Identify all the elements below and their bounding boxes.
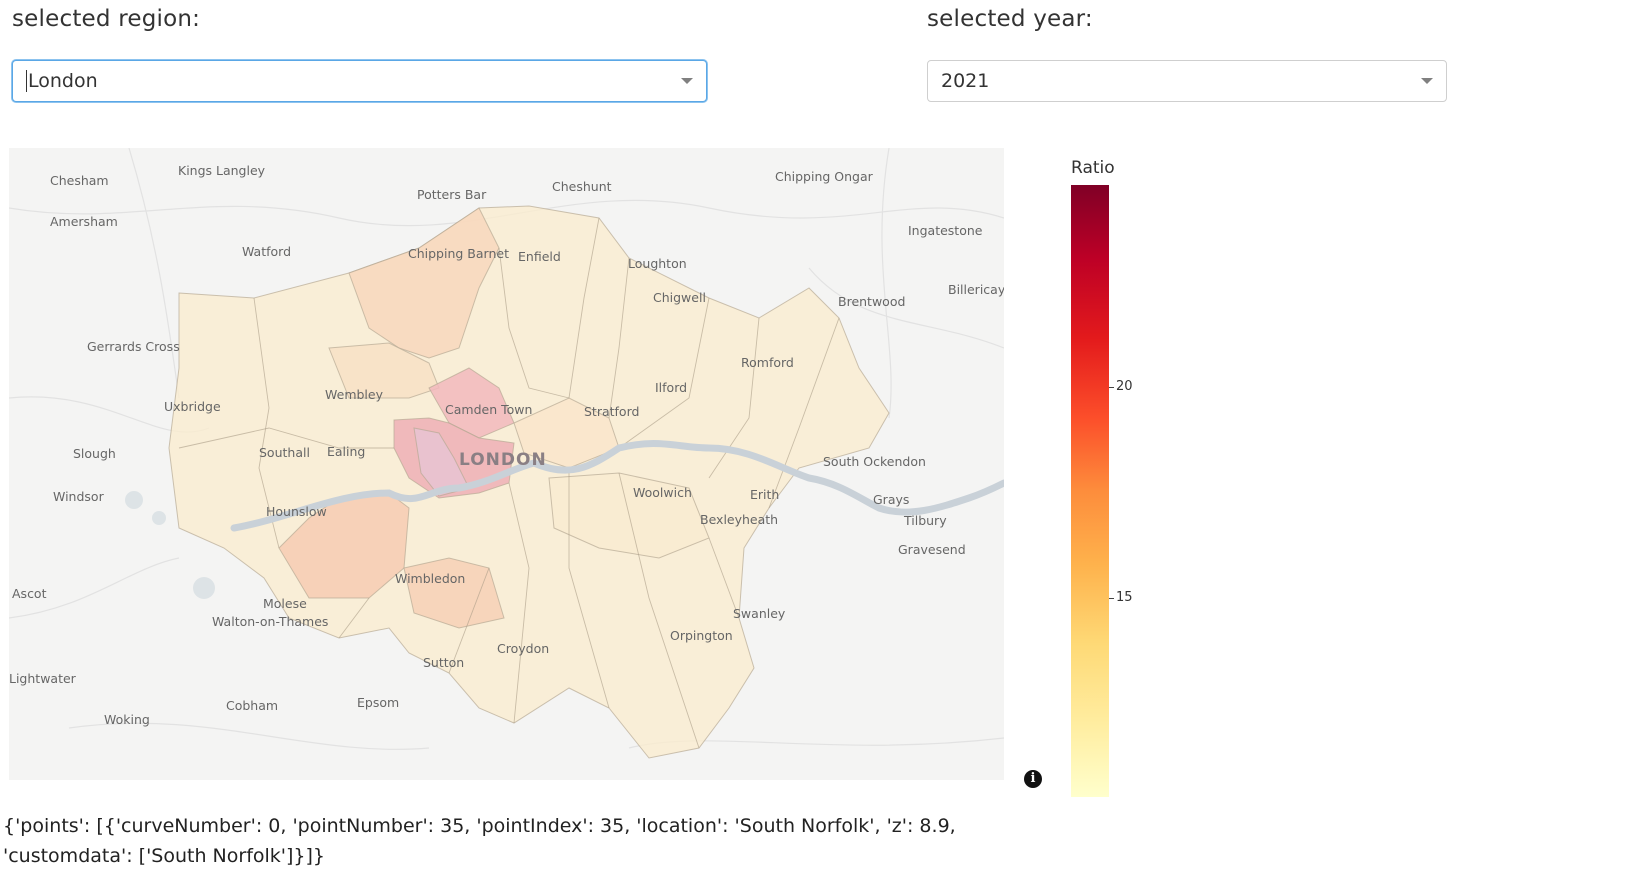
- colorbar-gradient: [1071, 185, 1109, 797]
- region-dropdown[interactable]: London: [12, 60, 707, 102]
- year-value: 2021: [941, 70, 990, 92]
- place-label: Wimbledon: [395, 571, 465, 586]
- place-label: Brentwood: [838, 294, 905, 309]
- place-label: Cheshunt: [552, 179, 612, 194]
- place-label: Amersham: [50, 214, 118, 229]
- place-label: Erith: [750, 487, 779, 502]
- colorbar-title: Ratio: [1071, 158, 1115, 178]
- place-label: Croydon: [497, 641, 549, 656]
- place-label: Tilbury: [903, 513, 947, 528]
- place-label: Potters Bar: [417, 187, 487, 202]
- place-label: Watford: [242, 244, 291, 259]
- place-label: Chipping Barnet: [408, 246, 509, 261]
- place-label: Chigwell: [653, 290, 706, 305]
- place-label: Billericay: [948, 282, 1004, 297]
- chevron-down-icon[interactable]: [681, 78, 693, 84]
- place-label: Hounslow: [266, 504, 327, 519]
- place-label: Swanley: [733, 606, 786, 621]
- place-label: Ealing: [327, 444, 365, 459]
- colorbar-tick-label: 20: [1116, 379, 1133, 394]
- place-label: Sutton: [423, 655, 464, 670]
- colorbar-tick-mark: [1109, 598, 1114, 599]
- place-label: Gravesend: [898, 542, 966, 557]
- choropleth-map[interactable]: Chesham Kings Langley Potters Bar Cheshu…: [9, 148, 1004, 780]
- place-label: Woking: [104, 712, 150, 727]
- click-data-output: {'points': [{'curveNumber': 0, 'pointNum…: [3, 815, 956, 867]
- map-center-label: LONDON: [459, 450, 547, 470]
- place-label: Chipping Ongar: [775, 169, 874, 184]
- place-label: Stratford: [584, 404, 639, 419]
- region-value: London: [28, 70, 98, 92]
- place-label: Walton-on-Thames: [212, 614, 328, 629]
- place-label: Southall: [259, 445, 310, 460]
- place-label: Chesham: [50, 173, 109, 188]
- place-label: Grays: [873, 492, 909, 507]
- place-label: Cobham: [226, 698, 278, 713]
- borough-outer[interactable]: [168, 205, 890, 759]
- place-label: Camden Town: [445, 402, 532, 417]
- place-label: Orpington: [670, 628, 733, 643]
- place-label: Uxbridge: [164, 399, 221, 414]
- place-label: Ascot: [12, 586, 47, 601]
- place-label: Epsom: [357, 695, 399, 710]
- place-label: Bexleyheath: [700, 512, 778, 527]
- place-label: Loughton: [628, 256, 687, 271]
- place-label: Romford: [741, 355, 794, 370]
- place-label: Ilford: [655, 380, 687, 395]
- place-label: Kings Langley: [178, 163, 266, 178]
- year-label: selected year:: [927, 6, 1093, 32]
- place-label: Windsor: [53, 489, 105, 504]
- place-label: Lightwater: [9, 671, 77, 686]
- text-cursor: [26, 70, 27, 92]
- place-label: Enfield: [518, 249, 561, 264]
- chevron-down-icon[interactable]: [1421, 78, 1433, 84]
- place-label: Molese: [263, 596, 307, 611]
- place-label: Gerrards Cross: [87, 339, 180, 354]
- place-label: Slough: [73, 446, 116, 461]
- place-label: Ingatestone: [908, 223, 983, 238]
- borough-polygons[interactable]: [168, 205, 890, 759]
- region-label: selected region:: [12, 6, 201, 32]
- colorbar-tick-mark: [1109, 387, 1114, 388]
- place-label: Wembley: [325, 387, 384, 402]
- info-icon[interactable]: i: [1024, 770, 1042, 788]
- place-label: Woolwich: [633, 485, 692, 500]
- colorbar-tick-label: 15: [1116, 590, 1133, 605]
- place-label: South Ockendon: [823, 454, 926, 469]
- year-dropdown[interactable]: 2021: [927, 60, 1447, 102]
